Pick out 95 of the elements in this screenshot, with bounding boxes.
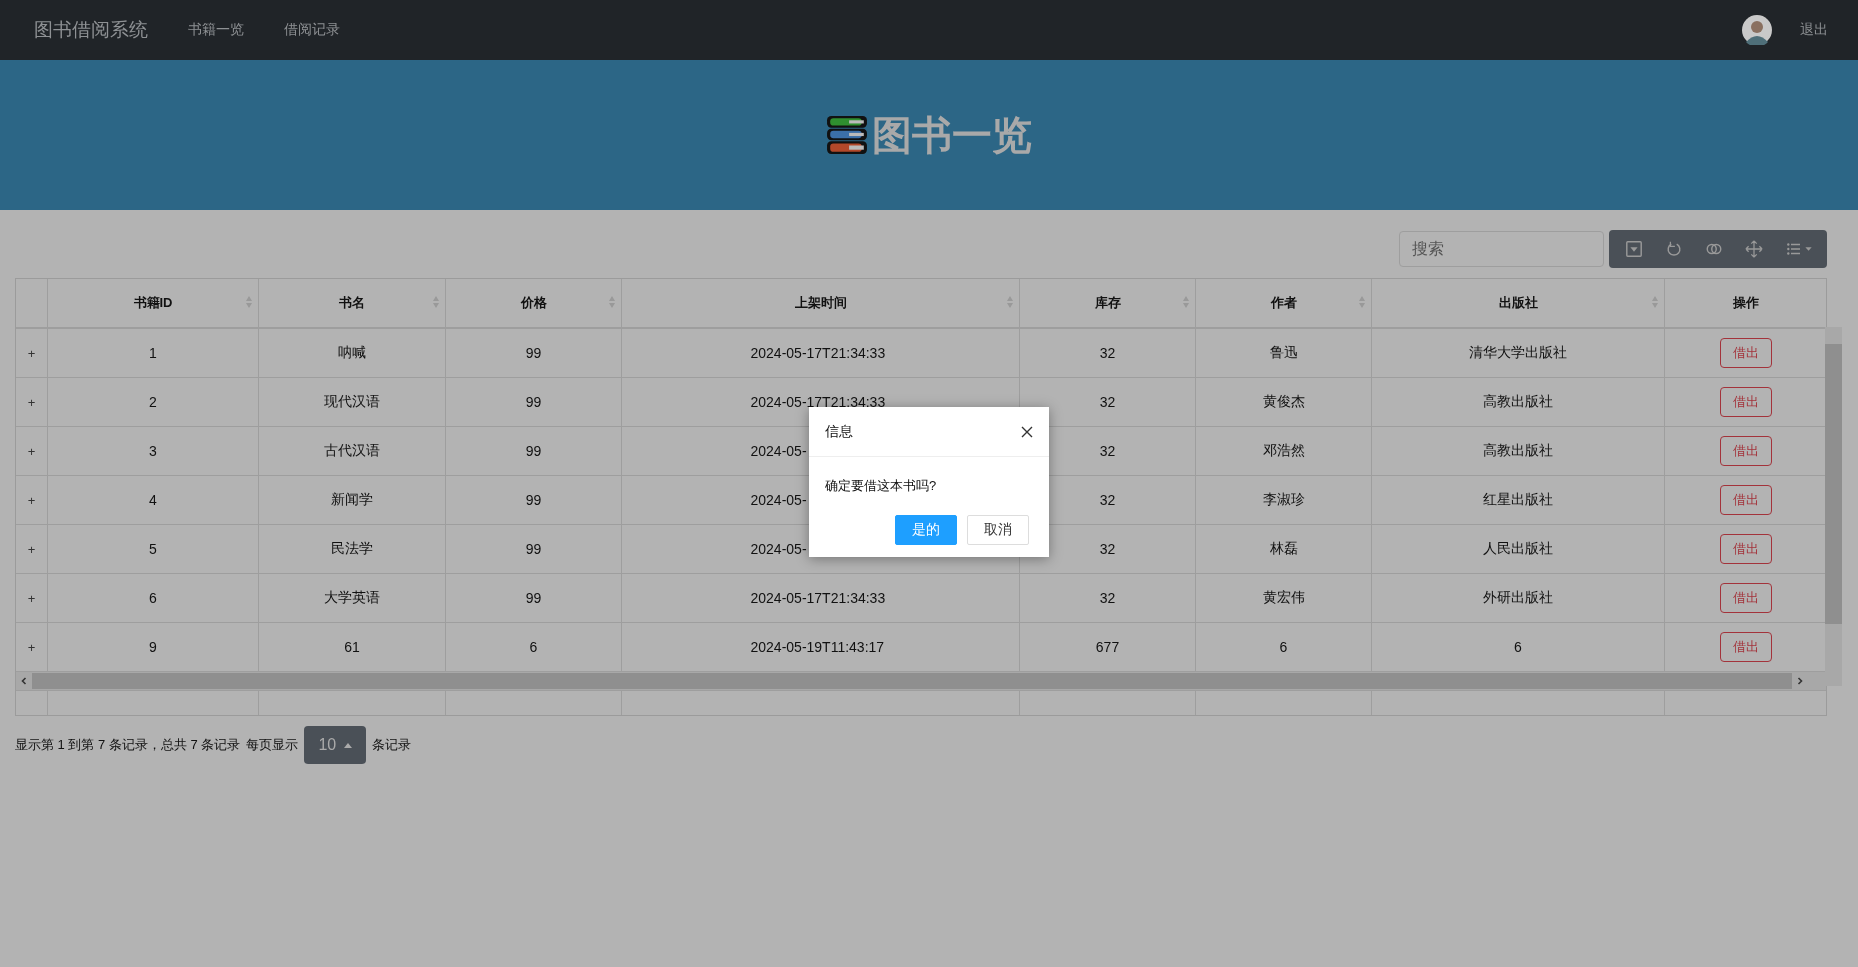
table-cell: 新闻学 <box>331 491 373 509</box>
scroll-right-icon[interactable] <box>1795 676 1805 686</box>
table-cell: 古代汉语 <box>324 442 380 460</box>
table-cell: 2024-05- <box>750 492 807 508</box>
table-cell: 99 <box>525 541 542 557</box>
table-cell: 2024-05-19T11:43:17 <box>750 639 885 655</box>
borrow-button[interactable]: 借出 <box>1719 387 1772 417</box>
table-cell: 黄宏伟 <box>1262 589 1305 607</box>
scroll-left-icon[interactable] <box>19 676 29 686</box>
table-cell: 677 <box>1095 639 1120 655</box>
table-cell: 61 <box>344 639 360 655</box>
table-cell: 6 <box>149 590 157 606</box>
nav-link[interactable]: 书籍一览 <box>188 21 244 39</box>
expand-toggle[interactable]: + <box>27 443 36 459</box>
expand-toggle[interactable]: + <box>27 590 36 606</box>
toggle-view-icon[interactable] <box>1625 240 1643 258</box>
move-icon[interactable] <box>1745 240 1763 258</box>
table-cell: 6 <box>1279 639 1288 655</box>
table-cell: 高教出版社 <box>1483 442 1553 460</box>
nav-link[interactable]: 借阅记录 <box>284 21 340 39</box>
table-cell: 大学英语 <box>324 589 380 607</box>
column-header[interactable]: 库存 <box>1094 294 1121 312</box>
table-cell: 2024-05-17T21:34:33 <box>750 394 886 410</box>
expand-toggle[interactable]: + <box>27 345 36 361</box>
table-cell: 红星出版社 <box>1483 491 1553 509</box>
table-cell: 黄俊杰 <box>1262 393 1305 411</box>
table-cell: 32 <box>1099 394 1116 410</box>
table-cell: 6 <box>1514 639 1522 655</box>
table-cell: 2 <box>149 394 157 410</box>
table-cell: 2024-05-17T21:34:33 <box>750 590 886 606</box>
column-header[interactable]: 书名 <box>339 294 365 312</box>
table-cell: 清华大学出版社 <box>1469 344 1567 362</box>
cancel-button[interactable]: 取消 <box>967 515 1029 545</box>
close-icon[interactable] <box>1021 425 1033 438</box>
table-cell: 高教出版社 <box>1483 393 1553 411</box>
brand-title[interactable]: 图书借阅系统 <box>34 17 148 43</box>
borrow-button[interactable]: 借出 <box>1719 632 1772 662</box>
avatar-icon[interactable] <box>1742 15 1772 45</box>
table-cell: 外研出版社 <box>1483 589 1553 607</box>
column-header[interactable]: 上架时间 <box>794 294 847 312</box>
table-cell: 邓浩然 <box>1262 442 1305 460</box>
table-cell: 现代汉语 <box>324 393 380 411</box>
dialog-message: 确定要借这本书吗? <box>824 477 938 495</box>
table-cell: 呐喊 <box>338 344 366 362</box>
page-size-suffix: 条记录 <box>372 736 412 754</box>
table-cell: 32 <box>1099 345 1116 361</box>
borrow-button[interactable]: 借出 <box>1719 583 1772 613</box>
column-header[interactable]: 出版社 <box>1498 294 1538 312</box>
table-cell: 3 <box>149 443 157 459</box>
table-cell: 人民出版社 <box>1483 540 1553 558</box>
column-header[interactable]: 作者 <box>1270 294 1297 312</box>
vertical-scrollbar[interactable] <box>1825 327 1842 686</box>
table-cell: 99 <box>525 492 542 508</box>
column-header[interactable]: 书籍ID <box>133 294 173 312</box>
table-cell: 2024-05- <box>750 541 807 557</box>
table-cell: 32 <box>1099 590 1116 606</box>
table-cell: 9 <box>149 639 157 655</box>
table-cell: 林磊 <box>1269 540 1298 558</box>
page-size-label: 每页显示 <box>246 736 299 754</box>
books-icon <box>826 114 868 156</box>
refresh-icon[interactable] <box>1665 240 1683 258</box>
borrow-button[interactable]: 借出 <box>1719 485 1772 515</box>
borrow-button[interactable]: 借出 <box>1719 534 1772 564</box>
table-cell: 99 <box>525 590 542 606</box>
logout-link[interactable]: 退出 <box>1800 21 1828 39</box>
dialog-title: 信息 <box>825 422 853 441</box>
table-cell: 99 <box>525 394 542 410</box>
pagination-summary: 显示第 1 到第 7 条记录，总共 7 条记录 <box>15 736 241 754</box>
expand-toggle[interactable]: + <box>27 639 36 655</box>
page-title: 图书一览 <box>872 111 1032 159</box>
search-field[interactable]: 搜索 <box>1399 231 1604 267</box>
table-cell: 6 <box>529 639 538 655</box>
column-header[interactable]: 操作 <box>1732 294 1759 312</box>
horizontal-scrollbar[interactable] <box>16 672 1826 691</box>
table-cell: 32 <box>1099 492 1116 508</box>
expand-toggle[interactable]: + <box>27 492 36 508</box>
expand-toggle[interactable]: + <box>27 394 36 410</box>
table-cell: 99 <box>525 443 542 459</box>
table-cell: 4 <box>149 492 157 508</box>
caret-icon <box>344 742 353 748</box>
expand-toggle[interactable]: + <box>27 541 36 557</box>
table-cell: 民法学 <box>331 540 373 558</box>
table-cell: 5 <box>149 541 157 557</box>
column-header[interactable]: 价格 <box>520 294 547 312</box>
table-cell: 2024-05-17T21:34:33 <box>750 345 886 361</box>
table-cell: 1 <box>149 345 157 361</box>
table-cell: 32 <box>1099 541 1116 557</box>
borrow-button[interactable]: 借出 <box>1719 338 1772 368</box>
table-cell: 李淑珍 <box>1262 491 1305 509</box>
table-cell: 32 <box>1099 443 1116 459</box>
table-cell: 鲁迅 <box>1269 344 1298 362</box>
table-cell: 99 <box>525 345 542 361</box>
page-size-dropdown[interactable]: 10 <box>304 726 367 764</box>
borrow-button[interactable]: 借出 <box>1719 436 1772 466</box>
table-cell: 2024-05- <box>750 443 807 459</box>
